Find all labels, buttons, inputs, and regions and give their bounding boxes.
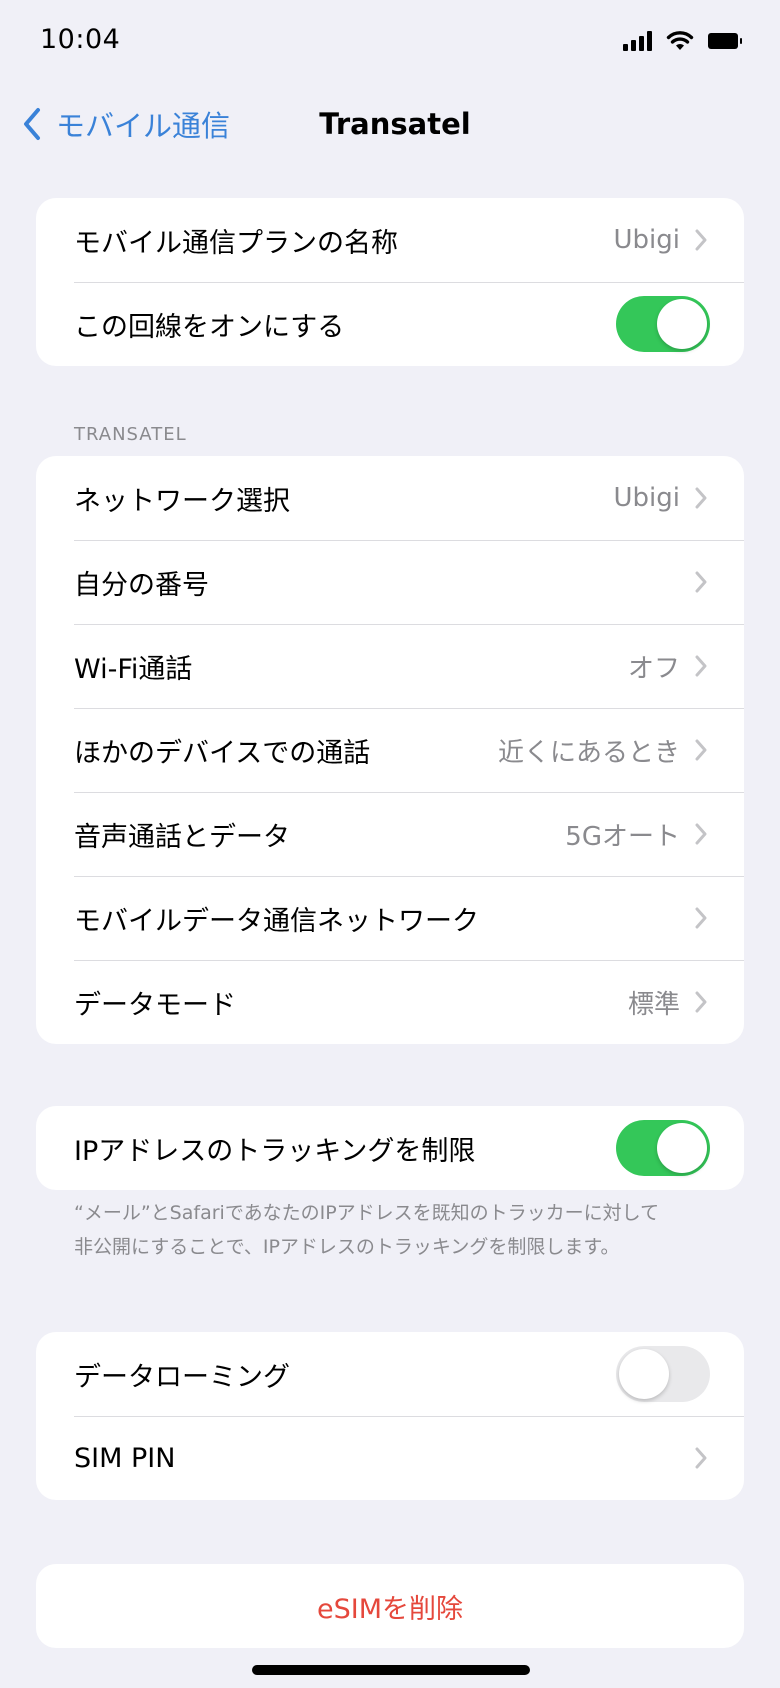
row-label: ネットワーク選択 (74, 485, 290, 517)
delete-esim-button[interactable]: eSIMを削除 (36, 1564, 744, 1648)
roaming-group: データローミング SIM PIN (36, 1332, 744, 1500)
plan-group: モバイル通信プランの名称 Ubigi この回線をオンにする (36, 198, 744, 366)
row-label: モバイルデータ通信ネットワーク (74, 905, 479, 937)
row-label: ほかのデバイスでの通話 (74, 737, 371, 769)
row-value: 標準 (627, 989, 680, 1020)
cellular-data-network-row[interactable]: モバイルデータ通信ネットワーク (36, 876, 744, 960)
row-value: 近くにあるとき (497, 737, 680, 768)
wifi-calling-row[interactable]: Wi-Fi通話 オフ (36, 624, 744, 708)
row-label: データモード (74, 989, 236, 1021)
chevron-right-icon (694, 486, 708, 510)
line-on-toggle[interactable] (616, 296, 710, 352)
toggle-knob (657, 1123, 707, 1173)
chevron-right-icon (694, 654, 708, 678)
battery-icon (708, 32, 742, 49)
data-roaming-toggle[interactable] (616, 1346, 710, 1402)
row-value: 5Gオート (565, 821, 680, 852)
ip-tracking-footnote: “メール”とSafariであなたのIPアドレスを既知のトラッカーに対して非公開に… (74, 1202, 660, 1258)
chevron-right-icon (694, 906, 708, 930)
home-indicator (252, 1665, 530, 1675)
network-selection-row[interactable]: ネットワーク選択 Ubigi (36, 456, 744, 540)
wifi-icon (666, 31, 694, 50)
data-mode-row[interactable]: データモード 標準 (36, 960, 744, 1044)
status-time: 10:04 (40, 24, 121, 55)
chevron-right-icon (694, 1446, 708, 1470)
row-label: Wi-Fi通話 (74, 653, 193, 685)
line-on-row: この回線をオンにする (36, 282, 744, 366)
row-label: 自分の番号 (74, 569, 209, 601)
sim-pin-label: SIM PIN (74, 1442, 176, 1474)
toggle-knob (619, 1349, 669, 1399)
delete-esim-group: eSIMを削除 (36, 1564, 744, 1648)
delete-esim-label: eSIMを削除 (316, 1593, 463, 1625)
chevron-right-icon (694, 822, 708, 846)
cellular-signal-icon (623, 30, 652, 51)
data-roaming-label: データローミング (74, 1361, 290, 1393)
navigation-bar: モバイル通信 Transatel (0, 95, 780, 159)
transatel-group: ネットワーク選択 Ubigi 自分の番号 Wi-Fi通話 オフ ほかのデバイスで… (36, 456, 744, 1044)
row-value: オフ (627, 653, 680, 684)
voice-data-row[interactable]: 音声通話とデータ 5Gオート (36, 792, 744, 876)
my-number-row[interactable]: 自分の番号 (36, 540, 744, 624)
page-title: Transatel (319, 107, 471, 141)
ip-tracking-toggle[interactable] (616, 1120, 710, 1176)
section-header-transatel: TRANSATEL (74, 424, 187, 445)
settings-screen: 10:04 モバイル通信 Transatel モバイル通信プランの名称 Ubig… (0, 0, 780, 1688)
other-devices-calls-row[interactable]: ほかのデバイスでの通話 近くにあるとき (36, 708, 744, 792)
chevron-right-icon (694, 738, 708, 762)
status-icons (623, 30, 742, 51)
chevron-right-icon (694, 228, 708, 252)
plan-name-label: モバイル通信プランの名称 (74, 227, 398, 259)
data-roaming-row: データローミング (36, 1332, 744, 1416)
chevron-right-icon (694, 570, 708, 594)
chevron-right-icon (694, 990, 708, 1014)
sim-pin-row[interactable]: SIM PIN (36, 1416, 744, 1500)
status-bar: 10:04 (0, 0, 780, 90)
row-value: Ubigi (613, 483, 681, 513)
toggle-knob (657, 299, 707, 349)
line-on-label: この回線をオンにする (74, 311, 345, 343)
plan-name-row[interactable]: モバイル通信プランの名称 Ubigi (36, 198, 744, 282)
plan-name-value: Ubigi (613, 225, 681, 255)
ip-tracking-group: IPアドレスのトラッキングを制限 (36, 1106, 744, 1190)
ip-tracking-label: IPアドレスのトラッキングを制限 (74, 1135, 476, 1167)
row-label: 音声通話とデータ (74, 821, 290, 853)
ip-tracking-row: IPアドレスのトラッキングを制限 (36, 1106, 744, 1190)
